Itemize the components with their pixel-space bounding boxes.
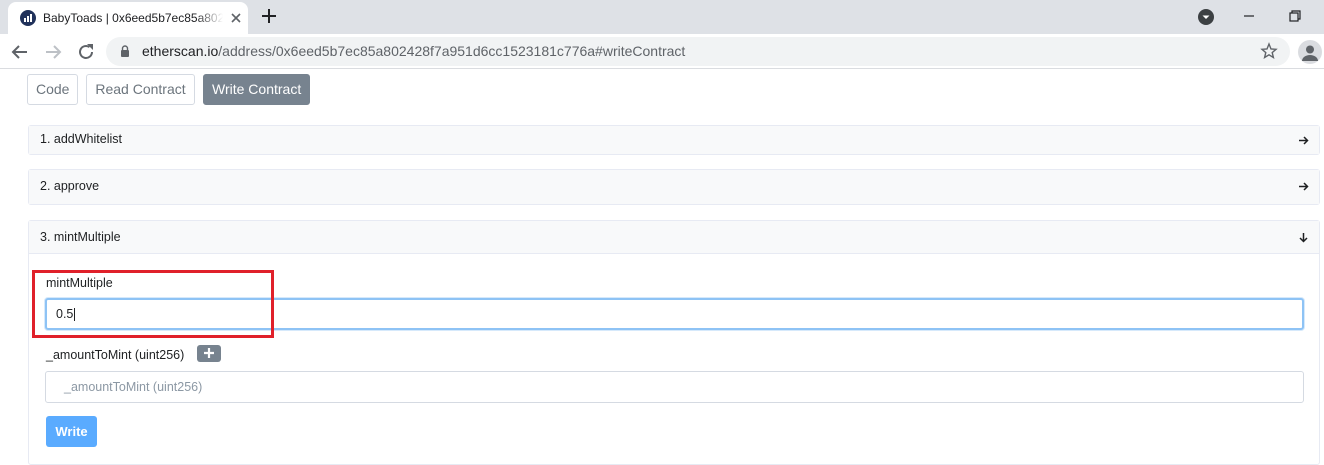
tab-search-icon[interactable]	[1198, 9, 1214, 25]
function-card-approve: 2. approve	[28, 169, 1320, 205]
function-title: 2. approve	[40, 179, 100, 193]
browser-toolbar: etherscan.io/address/0x6eed5b7ec85a80242…	[0, 34, 1324, 69]
etherscan-favicon-icon	[20, 10, 36, 26]
tab-write-contract[interactable]: Write Contract	[203, 74, 310, 105]
amount-to-mint-label: _amountToMint (uint256)	[46, 348, 185, 362]
profile-avatar-icon[interactable]	[1298, 40, 1322, 64]
url-path: /address/0x6eed5b7ec85a802428f7a951d6cc1…	[218, 43, 686, 59]
function-card-addwhitelist: 1. addWhitelist	[28, 125, 1320, 155]
text-caret	[74, 308, 76, 322]
function-card-mintmultiple: 3. mintMultiple mintMultiple 0.5 _amount…	[28, 220, 1320, 465]
lock-icon[interactable]	[118, 44, 132, 58]
amount-to-mint-input[interactable]: _amountToMint (uint256)	[45, 371, 1304, 403]
amount-to-mint-placeholder: _amountToMint (uint256)	[64, 380, 203, 394]
tab-close-icon[interactable]	[228, 10, 244, 26]
arrow-right-icon[interactable]	[1297, 180, 1310, 193]
tab-code[interactable]: Code	[27, 74, 78, 105]
page-content: Code Read Contract Write Contract 1. add…	[0, 70, 1324, 465]
arrow-down-icon[interactable]	[1297, 231, 1310, 244]
browser-tab[interactable]: BabyToads | 0x6eed5b7ec85a802428f7a951d6…	[8, 2, 248, 34]
function-title: 3. mintMultiple	[40, 230, 121, 244]
arrow-right-icon[interactable]	[1297, 134, 1310, 147]
mintmultiple-value: 0.5	[56, 307, 74, 321]
write-button[interactable]: Write	[46, 416, 97, 447]
url-text[interactable]: etherscan.io/address/0x6eed5b7ec85a80242…	[142, 43, 685, 60]
mintmultiple-input[interactable]: 0.5	[45, 298, 1304, 330]
forward-arrow-icon[interactable]	[41, 40, 65, 64]
url-host: etherscan.io	[142, 43, 219, 59]
reload-icon[interactable]	[74, 40, 98, 64]
add-param-button[interactable]	[197, 345, 221, 362]
function-header[interactable]: 3. mintMultiple	[29, 221, 1319, 254]
new-tab-icon[interactable]	[258, 5, 280, 27]
tab-title: BabyToads | 0x6eed5b7ec85a802428f7a951d6…	[43, 11, 223, 25]
window-restore-icon[interactable]	[1284, 5, 1306, 27]
window-minimize-icon[interactable]	[1238, 5, 1260, 27]
back-arrow-icon[interactable]	[8, 40, 32, 64]
plus-icon	[204, 348, 214, 358]
function-header[interactable]: 2. approve	[29, 170, 1319, 204]
tab-read-contract[interactable]: Read Contract	[86, 74, 195, 105]
mintmultiple-label: mintMultiple	[46, 276, 113, 290]
function-header[interactable]: 1. addWhitelist	[29, 126, 1319, 154]
address-bar[interactable]: etherscan.io/address/0x6eed5b7ec85a80242…	[106, 37, 1290, 66]
browser-tabstrip: BabyToads | 0x6eed5b7ec85a802428f7a951d6…	[0, 0, 1324, 34]
function-title: 1. addWhitelist	[40, 132, 122, 146]
bookmark-star-icon[interactable]	[1260, 42, 1278, 60]
